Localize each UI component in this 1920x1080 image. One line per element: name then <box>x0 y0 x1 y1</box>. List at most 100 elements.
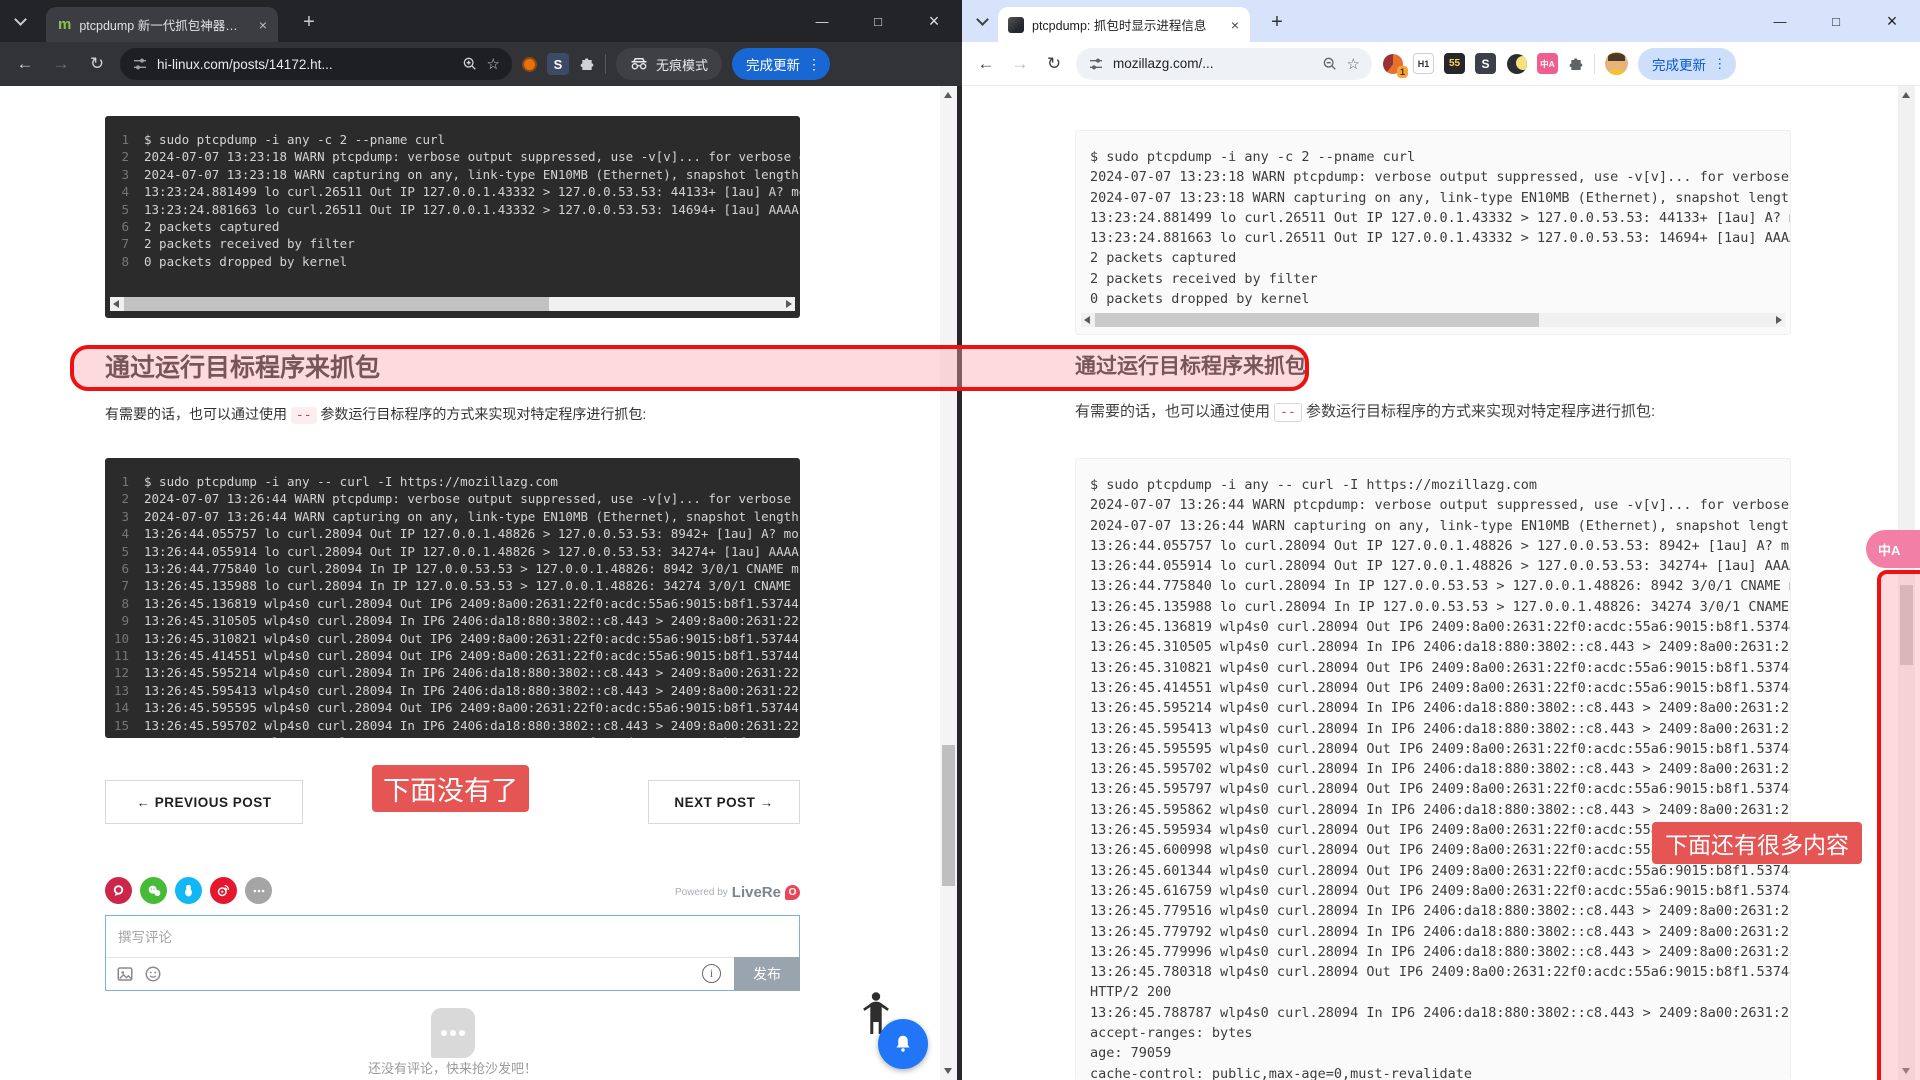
tab-search-chevron-icon[interactable] <box>978 15 987 24</box>
page-scrollbar-left[interactable] <box>940 86 957 1080</box>
livere-logo-text: LiveRe <box>732 884 781 901</box>
page-content-left: $ sudo ptcpdump -i any -c 2 --pname curl… <box>0 86 962 1080</box>
address-bar[interactable]: mozillazg.com/... ☆ <box>1076 48 1372 80</box>
code-lines: $ sudo ptcpdump -i any -c 2 --pname curl… <box>105 116 800 270</box>
extensions-puzzle-icon[interactable] <box>1568 56 1584 72</box>
window-controls: — □ × <box>1752 0 1920 42</box>
close-button[interactable]: × <box>1864 0 1920 42</box>
back-button[interactable]: ← <box>12 54 38 74</box>
tab-search-chevron-icon[interactable] <box>16 15 25 24</box>
scrollbar-thumb[interactable] <box>1095 313 1539 327</box>
chrome-update-button[interactable]: 完成更新 ⋮ <box>732 48 830 80</box>
new-tab-button[interactable]: + <box>296 9 322 35</box>
info-icon[interactable]: i <box>702 964 721 983</box>
bookmark-star-icon[interactable]: ☆ <box>487 55 500 73</box>
comment-input[interactable] <box>106 916 799 958</box>
site-settings-icon[interactable] <box>1088 56 1104 72</box>
inline-code: -- <box>1274 403 1302 422</box>
scroll-down-icon[interactable] <box>1902 1068 1910 1074</box>
s-extension-icon[interactable]: S <box>1475 53 1496 74</box>
zoom-icon[interactable] <box>462 56 478 72</box>
horizontal-scrollbar[interactable] <box>110 297 795 311</box>
code-lines: $ sudo ptcpdump -i any -- curl -I https:… <box>105 458 800 738</box>
code-line: 13:26:45.595214 wlp4s0 curl.28094 In IP6… <box>105 664 800 681</box>
scroll-left-icon[interactable] <box>1084 316 1090 324</box>
s-extension-icon[interactable]: S <box>547 53 569 75</box>
code-line: 13:26:45.136819 wlp4s0 curl.28094 Out IP… <box>1090 617 1790 637</box>
livere-share-icon[interactable] <box>105 877 132 904</box>
code-line: 13:26:45.595413 wlp4s0 curl.28094 In IP6… <box>1090 719 1790 739</box>
scroll-up-icon[interactable] <box>944 92 952 98</box>
site-settings-icon[interactable] <box>132 56 148 72</box>
desktop: m ptcpdump 新一代抓包神器，可 × + — □ × ← → ↻ hi-… <box>0 0 1920 1080</box>
address-bar[interactable]: hi-linux.com/posts/14172.ht... ☆ <box>120 48 512 80</box>
extensions-puzzle-icon[interactable] <box>579 56 595 72</box>
profile-avatar[interactable] <box>1605 52 1628 75</box>
code-line: 13:26:45.310505 wlp4s0 curl.28094 In IP6… <box>105 612 800 629</box>
tab-close-icon[interactable]: × <box>256 17 270 33</box>
notification-extension-icon[interactable]: 1 <box>1382 53 1403 74</box>
tab-hi-linux[interactable]: m ptcpdump 新一代抓包神器，可 × <box>46 7 278 42</box>
tab-close-icon[interactable]: × <box>1228 17 1242 33</box>
bookmark-star-icon[interactable]: ☆ <box>1347 55 1360 73</box>
scroll-up-icon[interactable] <box>1902 92 1910 98</box>
scroll-right-icon[interactable] <box>1776 316 1782 324</box>
screen-record-extension-icon[interactable] <box>522 57 537 72</box>
reload-button[interactable]: ↻ <box>1042 54 1066 74</box>
code-block-run-target: $ sudo ptcpdump -i any -- curl -I https:… <box>105 458 800 738</box>
forward-button[interactable]: → <box>48 54 74 74</box>
code-line: 13:23:24.881663 lo curl.26511 Out IP 127… <box>105 201 800 218</box>
page-scrollbar-right[interactable] <box>1898 86 1915 1080</box>
scroll-left-icon[interactable] <box>113 300 119 308</box>
translate-float-button[interactable]: 中A <box>1866 530 1920 568</box>
next-post-button[interactable]: NEXT POST → <box>648 780 800 824</box>
code-line: 2024-07-07 13:26:44 WARN ptcpdump: verbo… <box>105 490 800 507</box>
annotation-label-no-more: 下面没有了 <box>372 765 529 812</box>
chrome-update-button[interactable]: 完成更新 ⋮ <box>1638 48 1736 80</box>
paragraph: 有需要的话，也可以通过使用 -- 参数运行目标程序的方式来实现对特定程序进行抓包… <box>1075 400 1655 421</box>
empty-comments-icon <box>431 1008 475 1058</box>
emoji-icon[interactable] <box>144 965 162 983</box>
incognito-glasses-icon <box>630 57 648 71</box>
scroll-down-icon[interactable] <box>944 1068 952 1074</box>
notification-bell-button[interactable] <box>878 1019 928 1069</box>
horizontal-scrollbar[interactable] <box>1081 313 1785 327</box>
more-share-icon[interactable] <box>245 877 272 904</box>
translate-extension-icon[interactable]: 中A <box>1537 53 1558 74</box>
scrollbar-thumb[interactable] <box>942 745 955 886</box>
previous-post-button[interactable]: ← PREVIOUS POST <box>105 780 303 824</box>
zoom-out-icon[interactable] <box>1322 56 1338 72</box>
forward-button[interactable]: → <box>1008 54 1032 74</box>
attach-image-icon[interactable] <box>116 965 134 983</box>
minimize-button[interactable]: — <box>1752 0 1808 42</box>
qq-share-icon[interactable] <box>175 877 202 904</box>
url-text[interactable]: hi-linux.com/posts/14172.ht... <box>157 57 453 72</box>
wechat-share-icon[interactable] <box>140 877 167 904</box>
55-extension-icon[interactable]: 55 <box>1444 53 1465 74</box>
scrollbar-thumb[interactable] <box>124 297 549 311</box>
menu-dots-icon[interactable]: ⋮ <box>807 56 821 73</box>
code-block-run-target: $ sudo ptcpdump -i any -- curl -I https:… <box>1075 458 1791 1080</box>
weibo-share-icon[interactable] <box>210 877 237 904</box>
back-button[interactable]: ← <box>974 54 998 74</box>
code-line: age: 79059 <box>1090 1043 1790 1063</box>
maximize-button[interactable]: □ <box>1808 0 1864 42</box>
scroll-right-icon[interactable] <box>786 300 792 308</box>
reload-button[interactable]: ↻ <box>84 54 110 74</box>
inline-code: -- <box>291 407 317 424</box>
close-button[interactable]: × <box>906 0 962 42</box>
h1-extension-icon[interactable]: H1 <box>1413 53 1434 74</box>
tab-mozillazg[interactable]: ptcpdump: 抓包时显示进程信息 × <box>998 7 1250 42</box>
minimize-button[interactable]: — <box>794 0 850 42</box>
scrollbar-thumb[interactable] <box>1900 585 1913 665</box>
code-line: $ sudo ptcpdump -i any -c 2 --pname curl <box>1090 147 1790 167</box>
menu-dots-icon[interactable]: ⋮ <box>1713 56 1727 72</box>
new-tab-button[interactable]: + <box>1264 9 1290 35</box>
maximize-button[interactable]: □ <box>850 0 906 42</box>
publish-button[interactable]: 发布 <box>734 957 800 991</box>
toolbar-separator <box>605 54 606 74</box>
dark-reader-extension-icon[interactable] <box>1506 53 1527 74</box>
paragraph-text-before: 有需要的话，也可以通过使用 <box>105 406 291 422</box>
url-text[interactable]: mozillazg.com/... <box>1113 56 1313 71</box>
code-line: 2 packets received by filter <box>105 235 800 252</box>
